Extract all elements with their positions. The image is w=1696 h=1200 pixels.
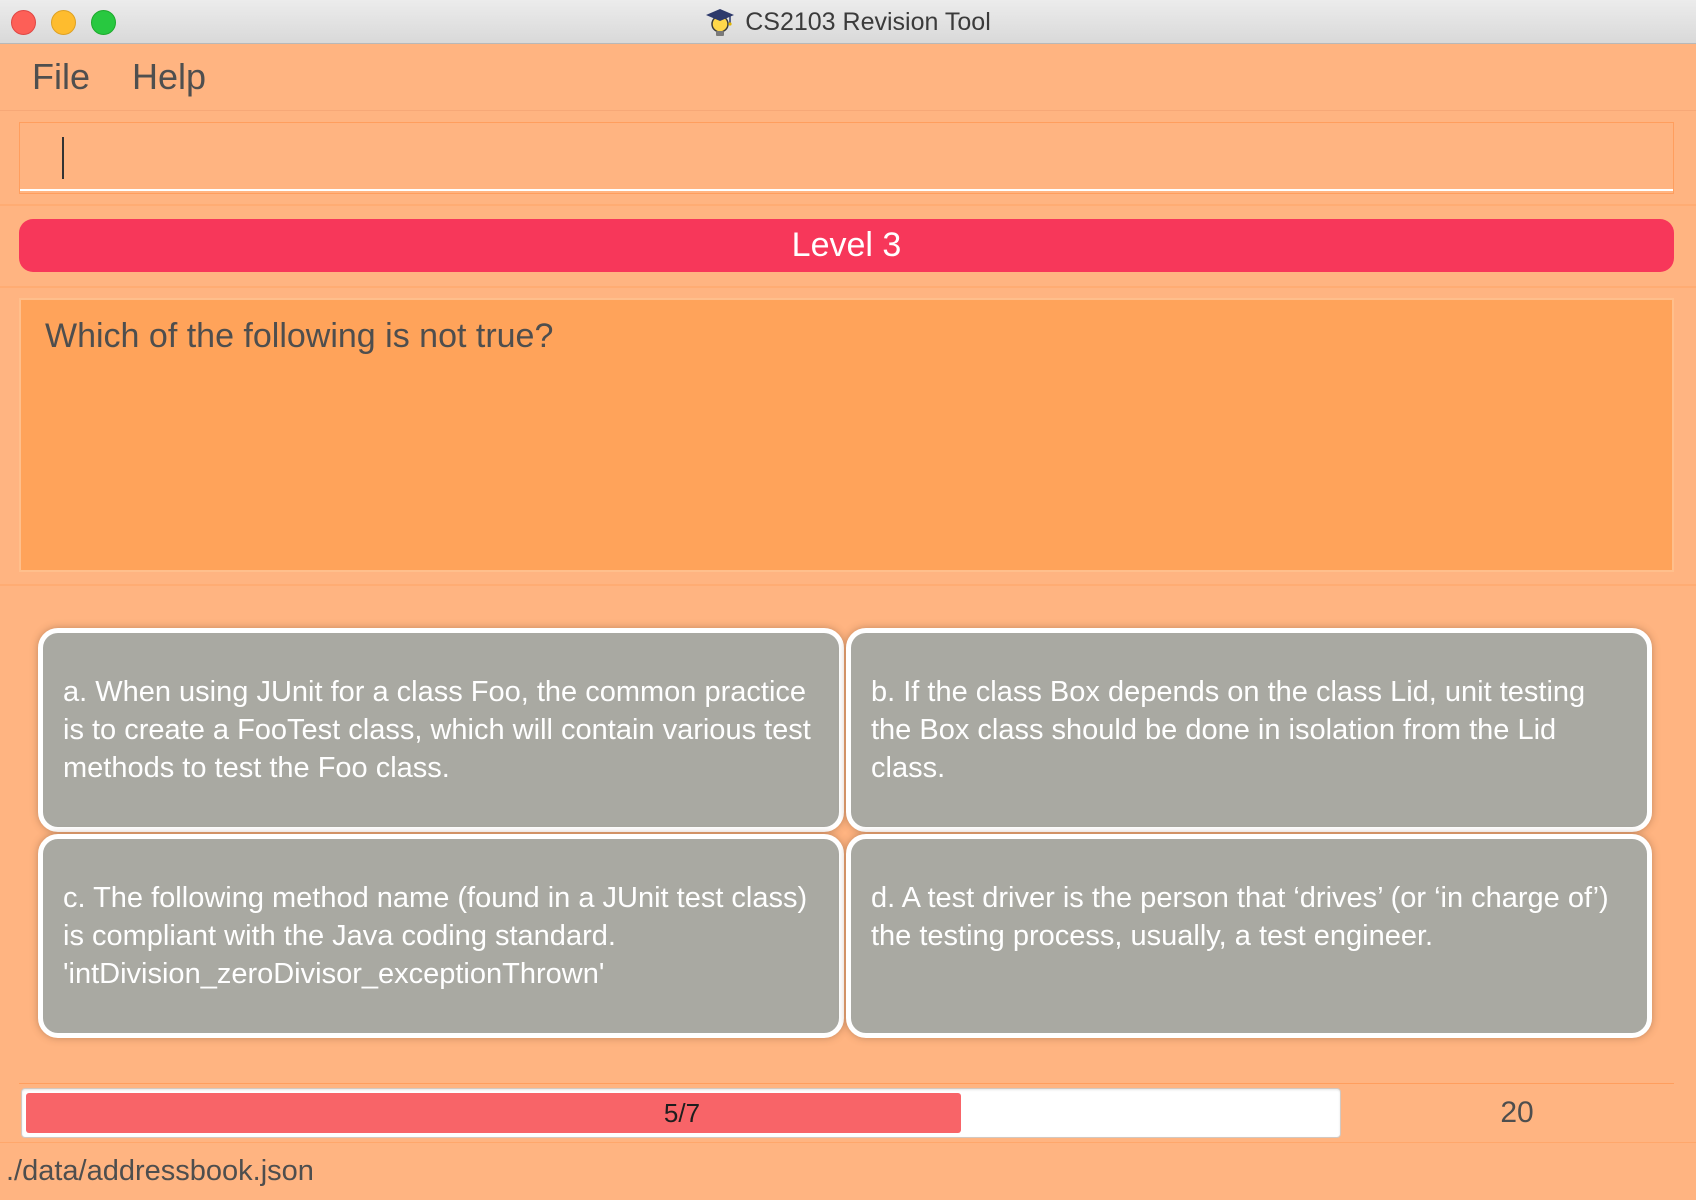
level-label: Level 3 <box>791 226 902 264</box>
menu-help[interactable]: Help <box>132 56 206 98</box>
answer-text-c: c. The following method name (found in a… <box>63 882 808 990</box>
progress-bar: 5/7 <box>21 1088 1341 1138</box>
divider <box>0 584 1696 586</box>
window-title: CS2103 Revision Tool <box>745 7 991 36</box>
score-value: 20 <box>1500 1096 1534 1129</box>
app-window: CS2103 Revision Tool File Help Level 3 W… <box>0 0 1696 1200</box>
command-input[interactable] <box>20 123 1673 191</box>
progress-section: 5/7 20 <box>19 1083 1674 1140</box>
answer-text-b: b. If the class Box depends on the class… <box>871 676 1586 784</box>
text-cursor <box>62 137 64 179</box>
question-text: Which of the following is not true? <box>45 317 554 355</box>
menu-bar: File Help <box>0 44 1696 111</box>
status-bar: ./data/addressbook.json <box>0 1142 1696 1200</box>
question-panel: Which of the following is not true? <box>19 298 1674 572</box>
menu-file[interactable]: File <box>32 56 90 98</box>
answer-text-a: a. When using JUnit for a class Foo, the… <box>63 676 811 784</box>
answer-option-d[interactable]: d. A test driver is the person that ‘dri… <box>846 834 1652 1038</box>
answer-option-a[interactable]: a. When using JUnit for a class Foo, the… <box>38 628 844 832</box>
graduation-cap-lightbulb-icon <box>706 9 735 36</box>
answer-text-d: d. A test driver is the person that ‘dri… <box>871 882 1609 952</box>
answer-option-b[interactable]: b. If the class Box depends on the class… <box>846 628 1652 832</box>
title-bar: CS2103 Revision Tool <box>0 0 1696 44</box>
level-banner: Level 3 <box>19 219 1674 272</box>
data-file-path: ./data/addressbook.json <box>6 1155 314 1187</box>
command-box <box>19 122 1674 194</box>
divider <box>0 204 1696 206</box>
progress-label: 5/7 <box>663 1097 701 1128</box>
answer-option-c[interactable]: c. The following method name (found in a… <box>38 834 844 1038</box>
title-group: CS2103 Revision Tool <box>0 0 1696 44</box>
divider <box>0 286 1696 288</box>
